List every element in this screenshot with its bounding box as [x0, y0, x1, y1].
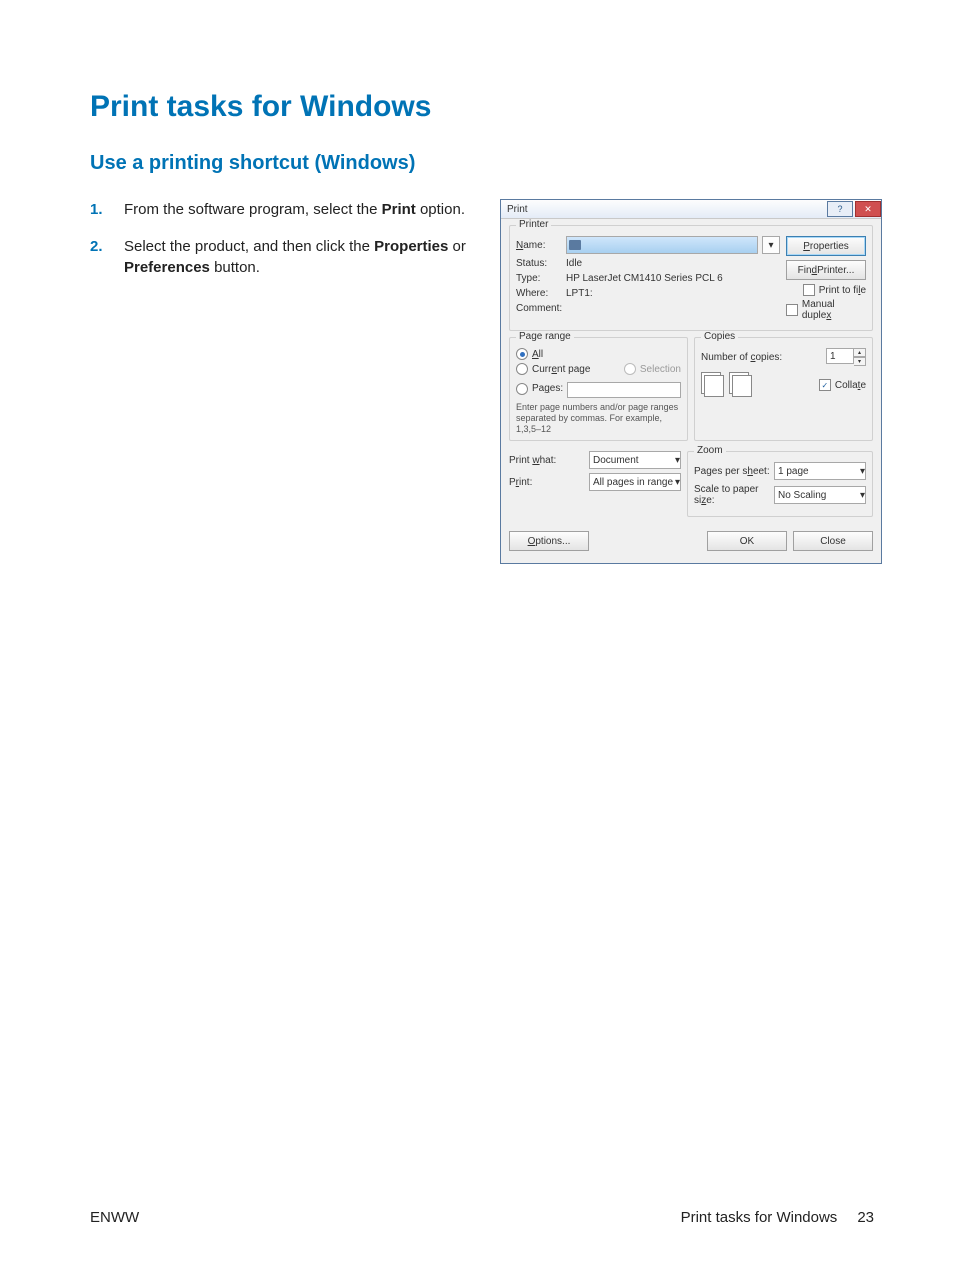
print-dropdown[interactable]: All pages in range▾	[589, 473, 681, 491]
collate-icon: 1	[701, 372, 721, 394]
dialog-titlebar: Print ? ✕	[501, 200, 881, 219]
zoom-group: Zoom Pages per sheet: 1 page▾ Scale to p…	[687, 451, 873, 517]
copies-value[interactable]: 1	[826, 348, 854, 364]
manual-duplex-checkbox[interactable]: Manual duplex	[786, 299, 866, 321]
step-text: From the software program, select the Pr…	[124, 199, 465, 220]
printer-name-dropdown[interactable]	[566, 236, 758, 254]
printer-icon	[569, 240, 581, 250]
comment-label: Comment:	[516, 303, 566, 314]
help-icon[interactable]: ?	[827, 201, 853, 217]
find-printer-button[interactable]: Find Printer...	[786, 260, 866, 280]
pages-hint: Enter page numbers and/or page ranges se…	[516, 402, 681, 434]
footer-left: ENWW	[90, 1209, 139, 1226]
page-title: Print tasks for Windows	[90, 90, 874, 124]
collate-checkbox[interactable]: ✓Collate	[819, 379, 866, 391]
page-range-group: Page range All Current page Selection Pa…	[509, 337, 688, 441]
radio-current-page[interactable]: Current page	[516, 363, 624, 375]
scale-label: Scale to paper size:	[694, 484, 774, 506]
step-number: 2.	[90, 236, 124, 278]
step-text: Select the product, and then click the P…	[124, 236, 470, 278]
options-button[interactable]: Options...	[509, 531, 589, 551]
copies-label: Number of copies:	[701, 352, 826, 363]
chevron-down-icon: ▾	[860, 466, 865, 477]
collate-icon: 1	[729, 372, 749, 394]
step-2: 2. Select the product, and then click th…	[90, 236, 470, 278]
dialog-title: Print	[507, 204, 528, 215]
ok-button[interactable]: OK	[707, 531, 787, 551]
where-value: LPT1:	[566, 288, 593, 299]
group-label: Page range	[516, 331, 574, 342]
copies-group: Copies Number of copies: 1 ▴▾ 1	[694, 337, 873, 441]
spin-up-icon[interactable]: ▴	[854, 348, 866, 357]
printer-group: Printer Name: ▾ Status:Idle	[509, 225, 873, 331]
spin-down-icon[interactable]: ▾	[854, 357, 866, 366]
radio-all[interactable]: All	[516, 348, 681, 360]
type-value: HP LaserJet CM1410 Series PCL 6	[566, 273, 723, 284]
close-button[interactable]: Close	[793, 531, 873, 551]
pages-per-sheet-dropdown[interactable]: 1 page▾	[774, 462, 866, 480]
name-label: Name:	[516, 240, 566, 251]
chevron-down-icon: ▾	[860, 490, 865, 501]
pages-input[interactable]	[567, 382, 681, 398]
properties-button[interactable]: Properties	[786, 236, 866, 256]
group-label: Zoom	[694, 445, 726, 456]
status-label: Status:	[516, 258, 566, 269]
scale-dropdown[interactable]: No Scaling▾	[774, 486, 866, 504]
pages-per-sheet-label: Pages per sheet:	[694, 466, 774, 477]
print-label: Print:	[509, 477, 589, 488]
footer-section: Print tasks for Windows	[681, 1209, 838, 1226]
chevron-down-icon: ▾	[675, 455, 680, 466]
step-number: 1.	[90, 199, 124, 220]
step-1: 1. From the software program, select the…	[90, 199, 470, 220]
page-subtitle: Use a printing shortcut (Windows)	[90, 152, 874, 175]
print-what-dropdown[interactable]: Document▾	[589, 451, 681, 469]
page-number: 23	[857, 1209, 874, 1226]
copies-spinner[interactable]: 1 ▴▾	[826, 348, 866, 366]
close-icon[interactable]: ✕	[855, 201, 881, 217]
chevron-down-icon: ▾	[675, 477, 680, 488]
type-label: Type:	[516, 273, 566, 284]
print-what-label: Print what:	[509, 455, 589, 466]
status-value: Idle	[566, 258, 582, 269]
print-dialog: Print ? ✕ Printer Name:	[500, 199, 882, 564]
chevron-down-icon[interactable]: ▾	[762, 236, 780, 254]
radio-selection: Selection	[624, 363, 681, 375]
where-label: Where:	[516, 288, 566, 299]
print-to-file-checkbox[interactable]: Print to file	[803, 284, 866, 296]
group-label: Copies	[701, 331, 738, 342]
radio-pages[interactable]: Pages:	[516, 383, 563, 395]
group-label: Printer	[516, 219, 551, 230]
